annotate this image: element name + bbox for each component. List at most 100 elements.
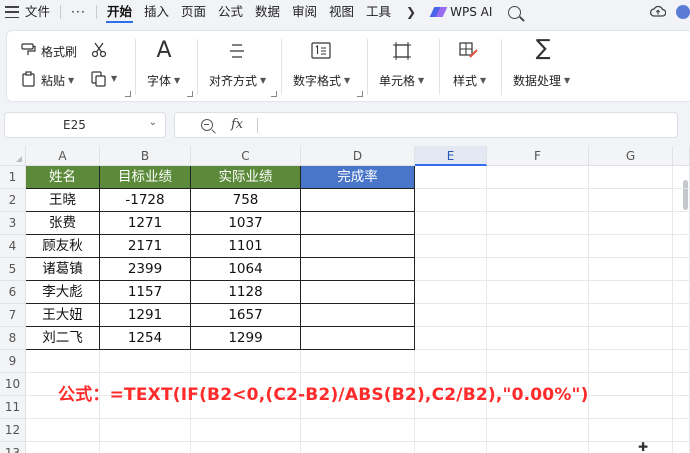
row-header-10[interactable]: 10 — [0, 373, 26, 396]
row-header-2[interactable]: 2 — [0, 189, 26, 212]
menu-bar: 文件 ··· 开始 插入 页面 公式 数据 审阅 视图 工具 ❯ WPS AI — [0, 0, 690, 24]
tab-data[interactable]: 数据 — [249, 0, 286, 24]
name-box[interactable]: E25 ⌄ — [4, 112, 166, 138]
table-cell[interactable] — [301, 281, 415, 304]
row-header-5[interactable]: 5 — [0, 258, 26, 281]
format-painter-button[interactable]: 格式刷 — [41, 43, 77, 60]
zoom-out-icon[interactable] — [201, 119, 213, 131]
column-header-e[interactable]: E — [415, 146, 487, 166]
search-icon[interactable] — [508, 5, 522, 19]
tab-formula[interactable]: 公式 — [212, 0, 249, 24]
number-dialog-launcher-icon[interactable] — [357, 91, 363, 97]
tab-view[interactable]: 视图 — [323, 0, 360, 24]
table-cell[interactable]: 1271 — [100, 212, 191, 235]
cell-label: 单元格 — [379, 74, 416, 88]
table-cell[interactable]: 诸葛镇 — [26, 258, 100, 281]
chevron-down-icon: ▼ — [111, 74, 118, 83]
user-avatar-icon[interactable] — [676, 5, 690, 19]
table-cell[interactable] — [301, 212, 415, 235]
font-dialog-launcher-icon[interactable] — [187, 91, 193, 97]
row-header-3[interactable]: 3 — [0, 212, 26, 235]
table-cell[interactable]: 张费 — [26, 212, 100, 235]
copy-icon[interactable] — [91, 71, 107, 87]
tab-page[interactable]: 页面 — [175, 0, 212, 24]
cut-icon[interactable] — [91, 42, 107, 58]
table-cell[interactable]: 1128 — [191, 281, 301, 304]
table-cell[interactable]: 刘二飞 — [26, 327, 100, 350]
table-cell[interactable]: 2399 — [100, 258, 191, 281]
column-header-c[interactable]: C — [191, 146, 301, 166]
data-process-button[interactable]: 数据处理 ▼ — [513, 72, 570, 89]
header-actual[interactable]: 实际业绩 — [191, 166, 301, 189]
gridline-horizontal — [26, 441, 690, 442]
table-cell[interactable]: 2171 — [100, 235, 191, 258]
chevron-right-icon[interactable]: ❯ — [402, 5, 420, 19]
clipboard-dialog-launcher-icon[interactable] — [125, 91, 131, 97]
column-header-f[interactable]: F — [487, 146, 589, 166]
table-cell[interactable]: 李大彪 — [26, 281, 100, 304]
select-all-corner[interactable] — [0, 146, 26, 166]
align-button[interactable]: 对齐方式 ▼ — [209, 72, 266, 89]
row-header-6[interactable]: 6 — [0, 281, 26, 304]
row-header-12[interactable]: 12 — [0, 419, 26, 442]
table-cell[interactable]: 1657 — [191, 304, 301, 327]
row-header-9[interactable]: 9 — [0, 350, 26, 373]
cell-button[interactable]: 单元格 ▼ — [379, 72, 424, 89]
table-cell[interactable] — [301, 189, 415, 212]
row-header-7[interactable]: 7 — [0, 304, 26, 327]
header-rate[interactable]: 完成率 — [301, 166, 415, 189]
table-cell[interactable]: 1299 — [191, 327, 301, 350]
table-cell[interactable] — [301, 235, 415, 258]
row-header-1[interactable]: 1 — [0, 166, 26, 189]
cloud-sync-icon[interactable] — [650, 4, 666, 18]
menu-file[interactable]: 文件 — [19, 0, 56, 24]
table-cell[interactable]: 758 — [191, 189, 301, 212]
table-cell[interactable]: 1157 — [100, 281, 191, 304]
chevron-down-icon: ▼ — [260, 76, 267, 85]
tab-home[interactable]: 开始 — [101, 0, 138, 24]
table-cell[interactable] — [301, 327, 415, 350]
copy-dropdown[interactable]: ▼ — [108, 74, 117, 83]
table-cell[interactable]: 顾友秋 — [26, 235, 100, 258]
chevron-down-icon[interactable]: ⌄ — [149, 117, 157, 128]
row-header-8[interactable]: 8 — [0, 327, 26, 350]
style-button[interactable]: 样式 ▼ — [453, 72, 486, 89]
hamburger-menu-icon[interactable] — [5, 6, 19, 18]
align-dialog-launcher-icon[interactable] — [271, 91, 277, 97]
row-header-4[interactable]: 4 — [0, 235, 26, 258]
table-cell[interactable]: -1728 — [100, 189, 191, 212]
align-icon — [230, 44, 244, 58]
table-cell[interactable]: 1064 — [191, 258, 301, 281]
column-header-extra[interactable] — [673, 146, 690, 166]
column-header-d[interactable]: D — [301, 146, 415, 166]
table-cell[interactable] — [301, 304, 415, 327]
header-target[interactable]: 目标业绩 — [100, 166, 191, 189]
table-cell[interactable]: 1101 — [191, 235, 301, 258]
table-cell[interactable]: 王大妞 — [26, 304, 100, 327]
fx-icon[interactable]: fx — [231, 117, 243, 132]
column-header-g[interactable]: G — [589, 146, 673, 166]
gridline-vertical — [486, 166, 487, 453]
table-cell[interactable]: 1254 — [100, 327, 191, 350]
table-cell[interactable]: 1291 — [100, 304, 191, 327]
row-header-13[interactable]: 13 — [0, 442, 26, 453]
row-header-11[interactable]: 11 — [0, 396, 26, 419]
formula-bar[interactable]: fx — [174, 112, 678, 138]
tab-tools[interactable]: 工具 — [360, 0, 398, 24]
table-cell[interactable]: 1037 — [191, 212, 301, 235]
column-header-a[interactable]: A — [26, 146, 100, 166]
tab-review[interactable]: 审阅 — [286, 0, 323, 24]
font-button[interactable]: 字体 ▼ — [147, 72, 180, 89]
wps-ai-button[interactable]: WPS AI — [432, 5, 492, 19]
number-format-button[interactable]: 数字格式 ▼ — [293, 72, 350, 89]
tab-insert[interactable]: 插入 — [138, 0, 175, 24]
paste-button[interactable]: 粘贴 ▼ — [41, 72, 74, 89]
spreadsheet-grid[interactable]: A B C D E F G 1 2 3 4 5 6 7 8 9 10 11 12 13 姓名 目标业绩 实际业绩 完成率 王晓 -… — [0, 146, 690, 453]
table-cell[interactable]: 王晓 — [26, 189, 100, 212]
more-icon[interactable]: ··· — [65, 0, 92, 24]
gridline-horizontal — [26, 372, 690, 373]
vertical-scrollbar[interactable] — [683, 180, 688, 210]
column-header-b[interactable]: B — [100, 146, 191, 166]
header-name[interactable]: 姓名 — [26, 166, 100, 189]
table-cell[interactable] — [301, 258, 415, 281]
